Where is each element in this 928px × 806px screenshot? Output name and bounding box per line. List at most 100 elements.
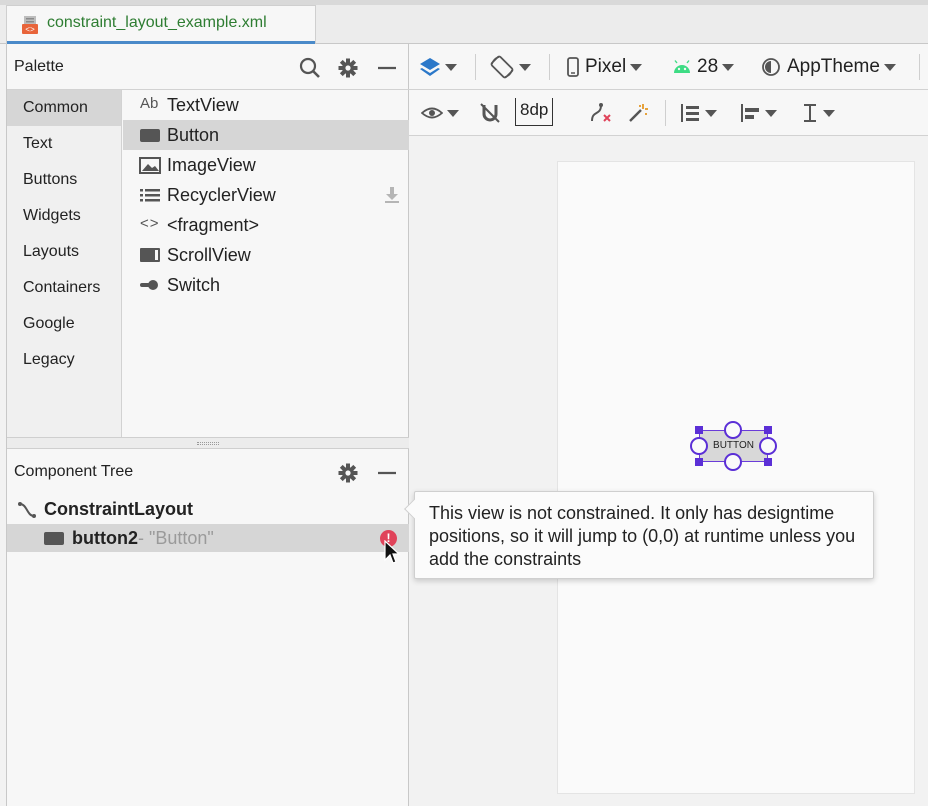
palette-item-scrollview[interactable]: ScrollView [123,240,409,270]
palette-categories: Common Text Buttons Widgets Layouts Cont… [7,90,122,437]
list-icon [140,189,160,202]
magic-wand-icon [629,104,648,122]
theme-label: AppTheme [787,56,880,77]
switch-icon [140,280,158,290]
left-panel: Palette Common Text Buttons Widgets Layo… [6,44,409,806]
design-canvas[interactable]: BUTTON [409,136,928,806]
scrollview-icon [140,248,160,262]
toolbar-divider [665,100,666,126]
eye-icon [421,107,443,119]
category-layouts[interactable]: Layouts [7,234,121,270]
palette-item-recyclerview[interactable]: RecyclerView [123,180,409,210]
editor-tab-bar: <> constraint_layout_example.xml [0,0,928,44]
toolbar-divider [919,54,920,80]
svg-text:<>: <> [25,26,35,35]
palette-item-label: <fragment> [167,215,260,235]
design-toolbar-second: 8dp [409,90,928,136]
chevron-down-icon [722,63,735,71]
palette-item-label: RecyclerView [167,185,276,205]
category-legacy[interactable]: Legacy [7,342,121,378]
design-toolbar-top: Pixel 28 AppTheme [409,44,928,90]
guidelines-dropdown[interactable] [801,100,835,126]
category-containers[interactable]: Containers [7,270,121,306]
tree-root-label: ConstraintLayout [44,499,194,519]
phone-icon [567,57,579,77]
constraint-layout-icon [18,502,36,518]
palette-item-label: Switch [167,275,221,295]
selected-button-widget[interactable]: BUTTON [690,421,777,471]
clear-constraints-button[interactable] [589,100,613,126]
tree-row-constraintlayout[interactable]: ConstraintLayout [7,495,409,523]
xml-file-icon: <> [22,16,38,35]
infer-constraints-button[interactable] [627,100,649,126]
bottom-anchor-handle[interactable] [724,453,742,471]
gear-icon[interactable] [337,57,359,79]
category-common[interactable]: Common [7,90,121,126]
palette-item-textview[interactable]: Ab TextView [123,90,409,120]
palette-item-switch[interactable]: Switch [123,270,409,300]
button-icon [140,129,160,142]
tab-constraint-layout-xml[interactable]: <> constraint_layout_example.xml [6,5,316,44]
palette-title: Palette [14,58,64,75]
view-options-dropdown[interactable] [421,100,459,126]
gear-icon[interactable] [337,462,359,484]
minimize-icon[interactable] [376,57,398,79]
chevron-down-icon [765,109,777,117]
chevron-down-icon [519,63,531,71]
textview-icon: Ab [140,95,159,112]
left-anchor-handle[interactable] [690,437,708,455]
align-dropdown[interactable] [739,100,777,126]
default-margin-value: 8dp [520,100,549,119]
resize-handle[interactable] [764,458,772,466]
chevron-down-icon [447,109,459,117]
device-preview[interactable]: BUTTON [557,161,915,794]
device-label: Pixel [585,56,627,77]
category-text[interactable]: Text [7,126,121,162]
tree-row-button2[interactable]: button2- "Button" [7,524,409,564]
layers-icon [420,58,440,76]
autoconnect-toggle[interactable] [479,100,501,126]
tree-child-label: button2- "Button" [72,528,214,549]
palette-item-imageview[interactable]: ImageView [123,150,409,180]
category-google[interactable]: Google [7,306,121,342]
resize-handle[interactable] [764,426,772,434]
category-widgets[interactable]: Widgets [7,198,121,234]
resize-handle[interactable] [695,426,703,434]
palette-item-label: ImageView [167,155,256,175]
splitter-grip-icon [197,442,219,445]
palette-items: Ab TextView Button ImageView RecyclerVie… [123,90,409,437]
pack-dropdown[interactable] [679,100,717,126]
chevron-down-icon [630,63,643,71]
guideline-icon [804,104,816,122]
design-editor: Pixel 28 AppTheme 8dp BUTTON [409,44,928,806]
search-icon[interactable] [299,57,321,79]
component-tree-title: Component Tree [14,463,134,480]
panel-splitter[interactable] [7,437,409,449]
rotate-device-icon [490,55,514,79]
palette-body: Common Text Buttons Widgets Layouts Cont… [7,90,409,437]
minimize-icon[interactable] [376,462,398,484]
design-surface-dropdown[interactable] [419,54,457,80]
palette-header: Palette [7,44,409,90]
palette-item-fragment[interactable]: <> <fragment> [123,210,409,240]
palette-item-label: TextView [167,95,239,115]
tree-child-name: button2 [72,528,138,548]
mouse-cursor-icon [384,540,401,564]
api-level-dropdown[interactable]: 28 [673,54,735,80]
palette-item-button[interactable]: Button [123,120,409,150]
clear-constraints-icon [591,103,611,122]
theme-dropdown[interactable]: AppTheme [761,54,896,80]
category-buttons[interactable]: Buttons [7,162,121,198]
error-tooltip: This view is not constrained. It only ha… [404,491,874,579]
distribute-vertical-icon [681,104,699,122]
align-left-icon [741,104,759,122]
magnet-off-icon [480,103,500,123]
resize-handle[interactable] [695,458,703,466]
orientation-dropdown[interactable] [489,54,531,80]
default-margin-selector[interactable]: 8dp [515,98,554,126]
top-anchor-handle[interactable] [724,421,742,439]
device-dropdown[interactable]: Pixel [567,54,643,80]
right-anchor-handle[interactable] [759,437,777,455]
tooltip-text: This view is not constrained. It only ha… [429,503,856,569]
download-icon[interactable] [383,186,401,204]
